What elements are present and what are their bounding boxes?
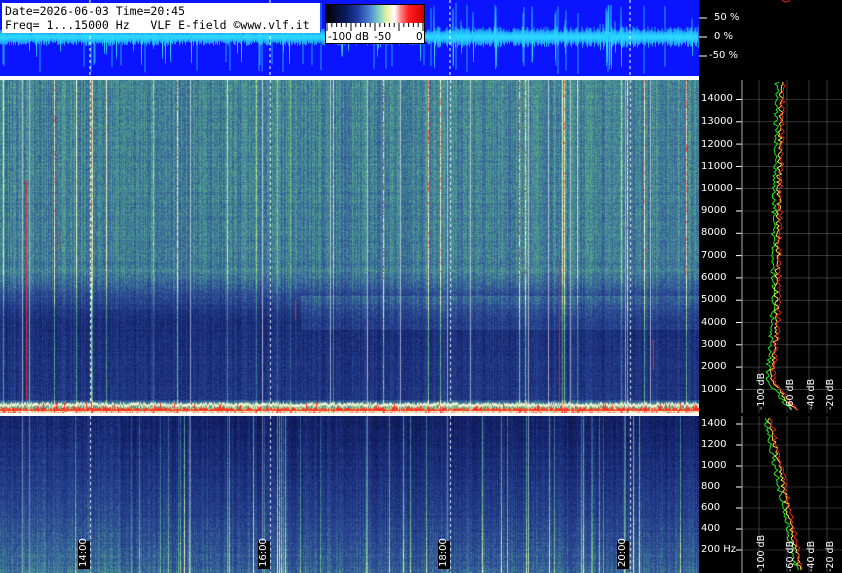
freq-label: 12000: [701, 139, 733, 150]
freq-label: 3000: [701, 339, 727, 350]
colorbar-label-mid: -50: [374, 31, 392, 43]
db-scale-label: -40 dB: [806, 378, 817, 410]
freq-label: 10000: [701, 183, 733, 194]
freq-label: 2000: [701, 361, 727, 372]
freq-label: 1000: [701, 384, 727, 395]
colorbar: -100 dB -50 0: [325, 4, 425, 44]
freq-label: 1400: [701, 418, 727, 429]
time-label: 20:00: [617, 538, 629, 569]
spectrogram-high-band: [0, 80, 699, 413]
freq-label: 800: [701, 481, 721, 492]
waveform-label-minus50: -50 %: [709, 50, 739, 61]
freq-label: 1000: [701, 460, 727, 471]
freq-range-text: Freq= 1...15000 Hz VLF E-field ©www.vlf.…: [5, 18, 310, 32]
freq-label: 6000: [701, 272, 727, 283]
vlf-spectrogram-display: Date=2026-06-03 Time=20:45 Freq= 1...150…: [0, 0, 842, 573]
freq-label: 11000: [701, 161, 733, 172]
waveform-label-0: 0 %: [714, 31, 734, 42]
date-time-text: Date=2026-06-03 Time=20:45: [5, 4, 186, 18]
colorbar-label-min: -100 dB: [328, 31, 370, 43]
freq-label: 7000: [701, 250, 727, 261]
freq-label: 14000: [701, 93, 733, 104]
spectrogram-low-band: [0, 416, 699, 573]
freq-label: 13000: [701, 116, 733, 127]
colorbar-gradient: [326, 5, 424, 23]
freq-label: 200 Hz: [701, 544, 737, 555]
time-label: 14:00: [78, 538, 90, 569]
info-box: Date=2026-06-03 Time=20:45 Freq= 1...150…: [2, 3, 320, 33]
frequency-axis-high: 14000 13000 12000 11000 10000 9000 8000 …: [699, 80, 842, 413]
time-label: 16:00: [258, 538, 270, 569]
freq-label: 600: [701, 502, 721, 513]
db-scale-label: -60 dB: [785, 540, 796, 572]
db-scale-label: -60 dB: [785, 378, 796, 410]
freq-label: 4000: [701, 317, 727, 328]
db-scale-label: -20 dB: [825, 378, 836, 410]
db-scale-label: -100 dB: [756, 372, 767, 410]
frequency-axis-low: 1400 1200 1000 800 600 400 200 Hz -100 d…: [699, 416, 842, 573]
freq-label: 5000: [701, 294, 727, 305]
freq-label: 8000: [701, 227, 727, 238]
db-scale-label: -40 dB: [806, 540, 817, 572]
time-label: 18:00: [438, 538, 450, 569]
db-scale-label: -100 dB: [756, 534, 767, 572]
freq-label: 1200: [701, 439, 727, 450]
freq-label: 400: [701, 523, 721, 534]
freq-label: 9000: [701, 205, 727, 216]
waveform-label-50: 50 %: [714, 12, 740, 23]
colorbar-ticks: [326, 23, 424, 31]
colorbar-label-max: 0: [416, 31, 423, 43]
db-scale-label: -20 dB: [825, 540, 836, 572]
